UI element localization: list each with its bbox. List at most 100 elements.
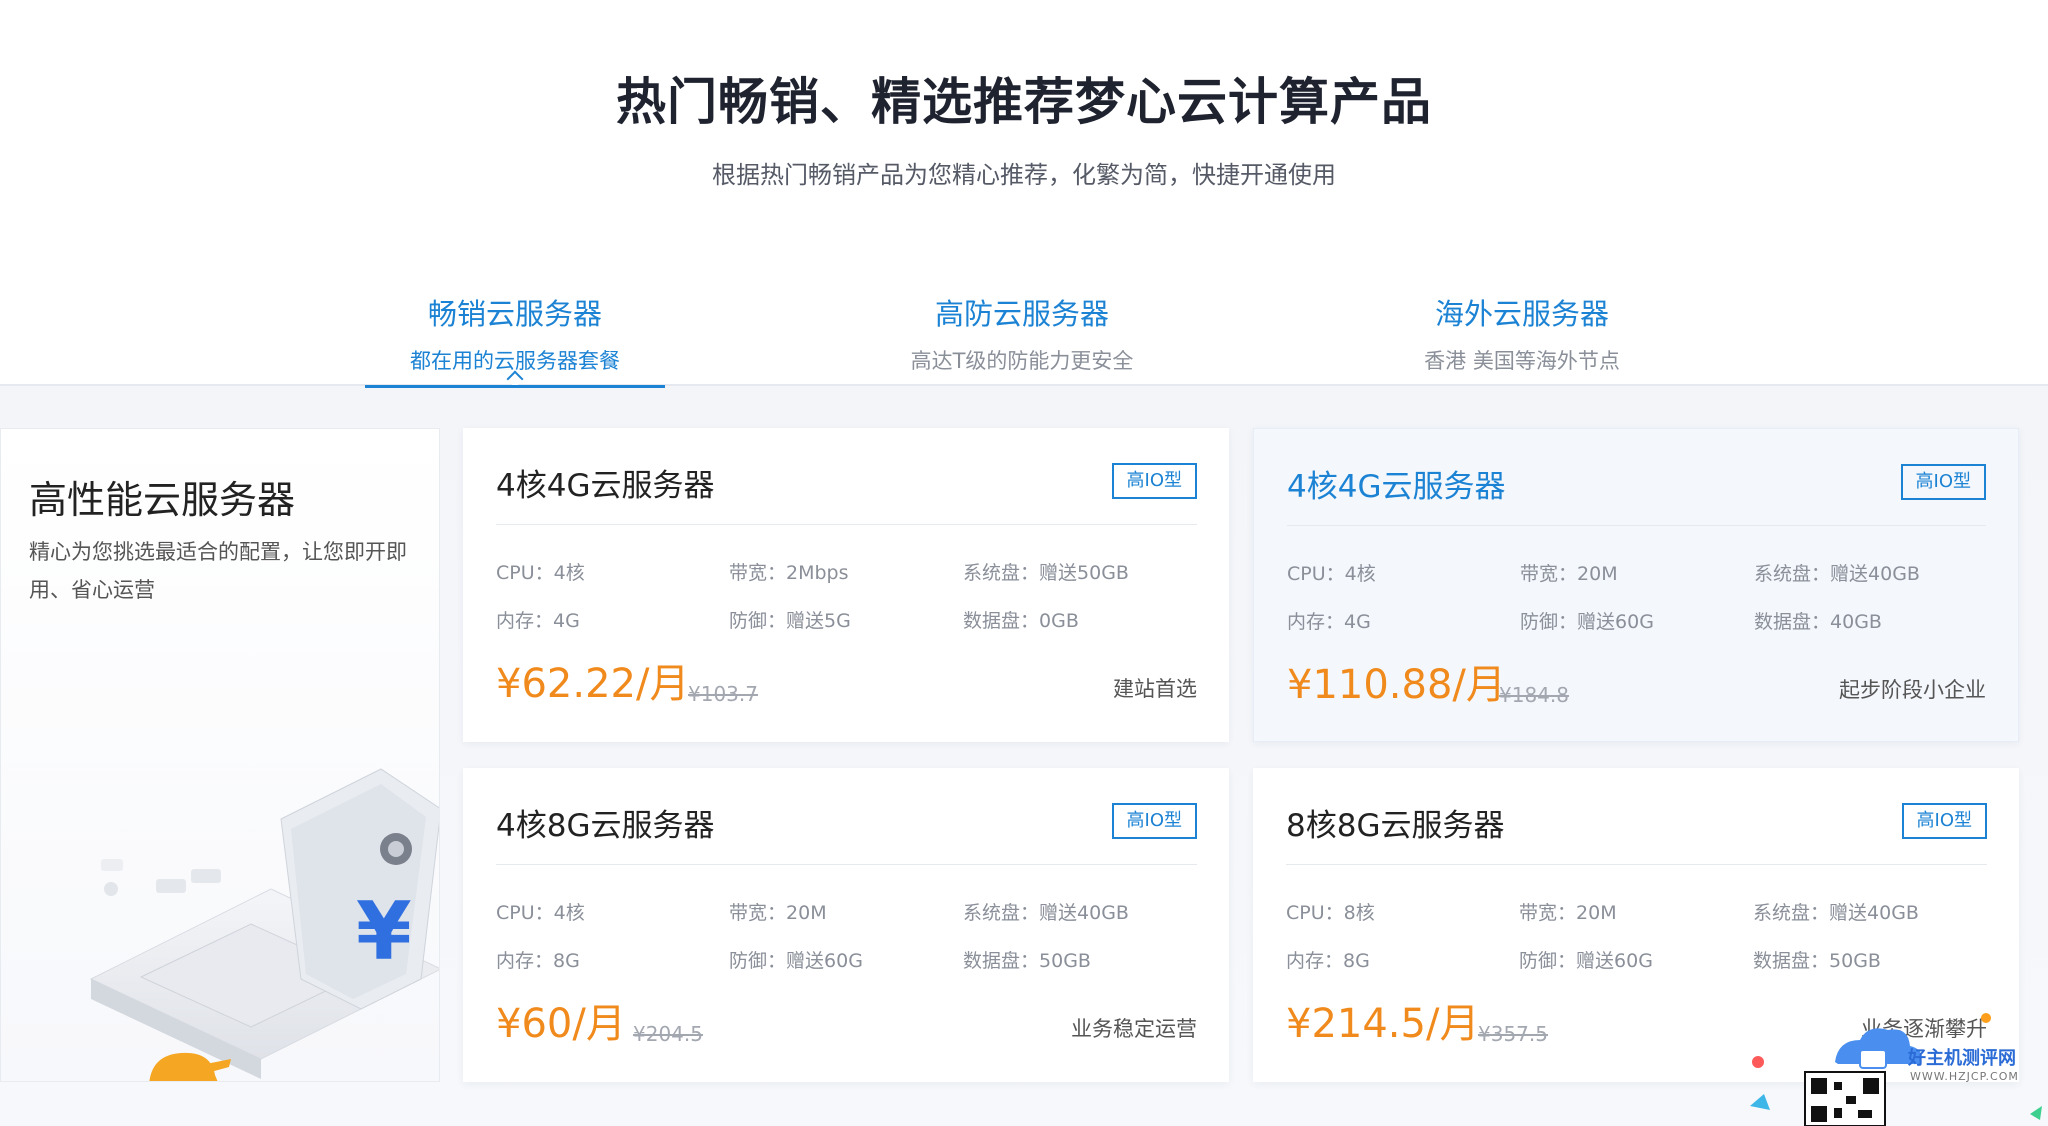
tab-title: 高防云服务器 (934, 297, 1109, 331)
spec-label: 数据盘： (963, 950, 1040, 972)
spec-bandwidth: 带宽：20M (1519, 898, 1617, 925)
spec-bandwidth: 带宽：20M (729, 898, 827, 925)
spec-label: CPU： (496, 902, 554, 924)
original-price: ¥184.8 (1499, 683, 1569, 707)
spec-system-disk: 系统盘：赠送50GB (963, 558, 1129, 585)
server-price-illustration: ¥ (89, 768, 439, 1079)
spec-value: 4G (1344, 611, 1371, 633)
spec-label: 内存： (1286, 950, 1344, 972)
spec-value: 40GB (1830, 611, 1882, 633)
spec-value: 4核 (1344, 563, 1376, 585)
spec-memory: 内存：8G (496, 946, 580, 973)
product-card[interactable]: 4核4G云服务器 高IO型 CPU：4核 带宽：20M 系统盘：赠送40GB 内… (1253, 428, 2019, 742)
spec-system-disk: 系统盘：赠送40GB (1753, 898, 1919, 925)
product-tag: 建站首选 (1113, 677, 1197, 701)
spec-data-disk: 数据盘：40GB (1754, 607, 1882, 634)
promo-description: 精心为您挑选最适合的配置，让您即开即用、省心运营 (29, 540, 407, 602)
spec-value: 50GB (1829, 950, 1881, 972)
tab-hot-cloud-server[interactable]: 畅销云服务器 都在用的云服务器套餐 (365, 285, 665, 388)
card-divider (496, 524, 1197, 525)
spec-value: 4G (553, 610, 580, 632)
mascot-icon (149, 1052, 231, 1081)
spec-label: 防御： (1520, 611, 1578, 633)
tab-title: 海外云服务器 (1434, 297, 1609, 331)
product-badge: 高IO型 (1900, 464, 1986, 500)
spec-label: 防御： (729, 610, 787, 632)
spec-value: 8核 (1343, 902, 1375, 924)
svg-text:¥: ¥ (356, 885, 412, 978)
spec-label: 带宽： (1519, 902, 1577, 924)
spec-value: 赠送40GB (1830, 563, 1920, 585)
spec-cpu: CPU：4核 (496, 558, 585, 585)
spec-value: 8G (553, 950, 580, 972)
product-price: ¥214.5/月 (1286, 1001, 1480, 1047)
spec-bandwidth: 带宽：20M (1520, 559, 1618, 586)
spec-value: 2Mbps (786, 562, 849, 584)
spec-memory: 内存：8G (1286, 946, 1370, 973)
original-price: ¥103.7 (688, 682, 758, 706)
card-divider (1286, 864, 1987, 865)
spec-value: 4核 (553, 562, 585, 584)
spec-memory: 内存：4G (496, 606, 580, 633)
spec-label: 系统盘： (1754, 563, 1831, 585)
spec-label: 带宽： (729, 902, 787, 924)
product-tabs: 畅销云服务器 都在用的云服务器套餐 高防云服务器 高达T级的防能力更安全 海外云… (0, 285, 2048, 388)
product-card[interactable]: 4核4G云服务器 高IO型 CPU：4核 带宽：2Mbps 系统盘：赠送50GB… (463, 428, 1229, 742)
product-price: ¥62.22/月 (496, 661, 690, 707)
spec-system-disk: 系统盘：赠送40GB (1754, 559, 1920, 586)
product-title: 8核8G云服务器 (1286, 808, 1505, 844)
tab-ddos-cloud-server[interactable]: 高防云服务器 高达T级的防能力更安全 (872, 285, 1172, 386)
page-title: 热门畅销、精选推荐梦心云计算产品 (616, 73, 1432, 131)
spec-label: 系统盘： (1753, 902, 1830, 924)
spec-data-disk: 数据盘：50GB (1753, 946, 1881, 973)
product-badge: 高IO型 (1111, 463, 1197, 499)
spec-label: 防御： (1519, 950, 1577, 972)
product-price: ¥110.88/月 (1287, 662, 1506, 708)
spec-defense: 防御：赠送5G (729, 606, 851, 633)
spec-label: 数据盘： (1753, 950, 1830, 972)
spec-value: 赠送60G (1576, 950, 1653, 972)
spec-label: 带宽： (1520, 563, 1578, 585)
spec-value: 8G (1343, 950, 1370, 972)
tab-title: 畅销云服务器 (427, 297, 602, 331)
spec-value: 20M (1576, 902, 1617, 924)
spec-value: 50GB (1039, 950, 1091, 972)
spec-cpu: CPU：4核 (1287, 559, 1376, 586)
card-divider (1287, 525, 1986, 526)
spec-value: 20M (786, 902, 827, 924)
spec-label: 内存： (496, 950, 554, 972)
spec-label: 数据盘： (1754, 611, 1831, 633)
spec-value: 赠送60G (786, 950, 863, 972)
spec-value: 赠送60G (1577, 611, 1654, 633)
page-subtitle: 根据热门畅销产品为您精心推荐，化繁为简，快捷开通使用 (712, 161, 1336, 189)
spec-value: 0GB (1039, 610, 1079, 632)
spec-data-disk: 数据盘：0GB (963, 606, 1079, 633)
spec-defense: 防御：赠送60G (1519, 946, 1653, 973)
card-divider (496, 864, 1197, 865)
spec-memory: 内存：4G (1287, 607, 1371, 634)
page: 热门畅销、精选推荐梦心云计算产品 根据热门畅销产品为您精心推荐，化繁为简，快捷开… (0, 0, 2048, 1126)
product-price: ¥60/月 (496, 1001, 626, 1047)
promo-title: 高性能云服务器 (29, 478, 296, 522)
product-title: 4核8G云服务器 (496, 808, 715, 844)
product-card[interactable]: 4核8G云服务器 高IO型 CPU：4核 带宽：20M 系统盘：赠送40GB 内… (463, 768, 1229, 1082)
tab-overseas-cloud-server[interactable]: 海外云服务器 香港 美国等海外节点 (1372, 285, 1672, 386)
original-price: ¥204.5 (633, 1022, 703, 1046)
spec-cpu: CPU：4核 (496, 898, 585, 925)
product-title: 4核4G云服务器 (1287, 469, 1506, 505)
spec-label: 内存： (496, 610, 554, 632)
product-tag: 业务稳定运营 (1071, 1017, 1197, 1041)
spec-value: 赠送40GB (1039, 902, 1129, 924)
spec-defense: 防御：赠送60G (729, 946, 863, 973)
spec-defense: 防御：赠送60G (1520, 607, 1654, 634)
spec-system-disk: 系统盘：赠送40GB (963, 898, 1129, 925)
original-price: ¥357.5 (1478, 1022, 1548, 1046)
spec-cpu: CPU：8核 (1286, 898, 1375, 925)
product-badge: 高IO型 (1111, 803, 1197, 839)
spec-value: 赠送50GB (1039, 562, 1129, 584)
tab-subtitle: 香港 美国等海外节点 (1424, 349, 1620, 373)
spec-label: 系统盘： (963, 902, 1040, 924)
watermark-text: 好主机测评网 (1908, 1048, 2016, 1069)
spec-bandwidth: 带宽：2Mbps (729, 558, 849, 585)
spec-label: 数据盘： (963, 610, 1040, 632)
